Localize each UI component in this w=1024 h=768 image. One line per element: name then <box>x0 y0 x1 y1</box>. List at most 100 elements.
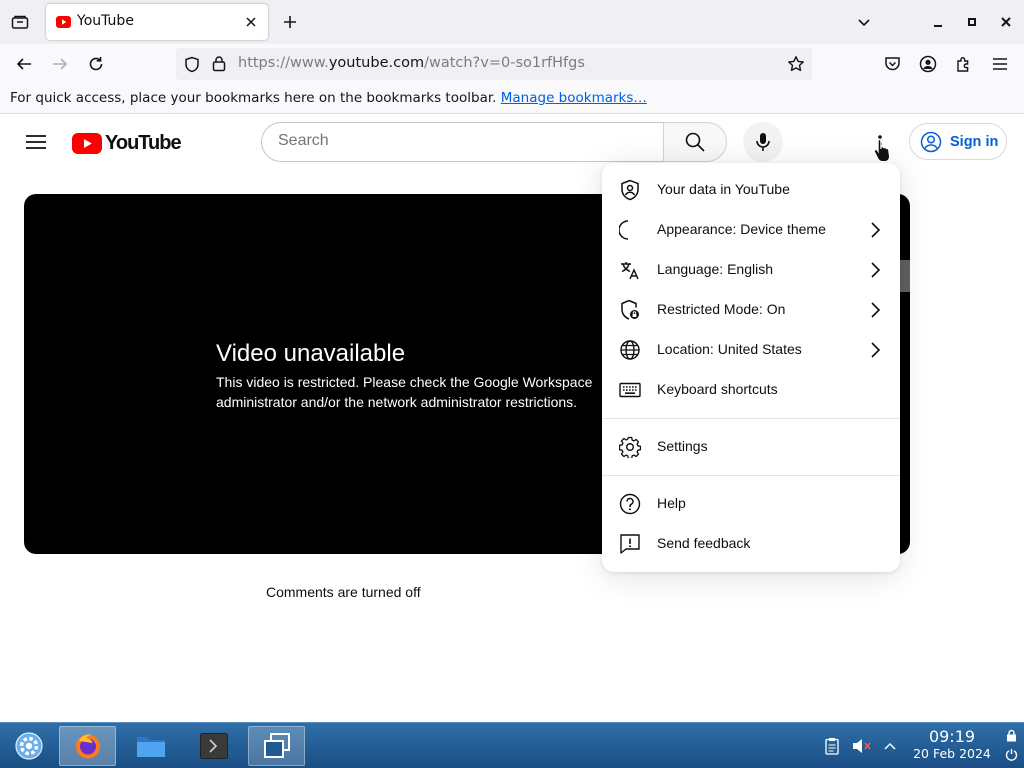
account-circle-icon <box>919 55 937 73</box>
clipboard-icon <box>825 738 839 755</box>
bookmark-star-icon[interactable] <box>787 55 805 73</box>
forward-button[interactable] <box>48 53 72 75</box>
menu-item-settings[interactable]: Settings <box>602 427 900 467</box>
menu-item-language[interactable]: Language: English <box>602 250 900 290</box>
translate-icon <box>618 258 642 282</box>
feedback-icon <box>618 532 642 556</box>
menu-item-appearance[interactable]: Appearance: Device theme <box>602 210 900 250</box>
taskbar-file-manager[interactable] <box>122 726 179 766</box>
plus-icon <box>284 16 296 28</box>
chevron-down-icon <box>858 19 870 27</box>
taskbar-clock[interactable]: 09:19 20 Feb 2024 <box>904 728 1000 762</box>
menu-item-label: Restricted Mode: On <box>657 301 786 317</box>
new-tab-button[interactable] <box>279 11 301 33</box>
chevron-up-icon <box>884 742 896 750</box>
menu-item-send-feedback[interactable]: Send feedback <box>602 524 900 564</box>
youtube-play-logo-icon <box>72 132 102 154</box>
hand-cursor-icon <box>873 139 891 162</box>
moon-icon <box>618 218 642 242</box>
microphone-icon <box>756 133 770 151</box>
firefox-icon <box>75 734 100 759</box>
close-window-button[interactable] <box>996 12 1016 32</box>
keyboard-icon <box>618 378 642 402</box>
speaker-muted-icon <box>853 739 871 753</box>
menu-item-label: Keyboard shortcuts <box>657 381 778 397</box>
chevron-right-icon <box>871 342 881 358</box>
menu-item-label: Location: United States <box>657 341 802 357</box>
browser-tab-youtube[interactable]: YouTube <box>46 4 268 40</box>
menu-item-keyboard-shortcuts[interactable]: Keyboard shortcuts <box>602 370 900 410</box>
maximize-window-button[interactable] <box>962 12 982 32</box>
youtube-logo[interactable]: YouTube <box>72 132 182 154</box>
search-input[interactable] <box>278 132 648 150</box>
menu-item-restricted-mode[interactable]: Restricted Mode: On <box>602 290 900 330</box>
manage-bookmarks-link[interactable]: Manage bookmarks… <box>501 90 647 106</box>
back-button[interactable] <box>12 53 36 75</box>
shield-person-icon <box>618 178 642 202</box>
search-button[interactable] <box>663 122 727 162</box>
help-icon <box>618 492 642 516</box>
minimize-icon <box>934 25 942 27</box>
clipboard-tray-button[interactable] <box>822 726 842 766</box>
arrow-right-icon <box>53 58 68 70</box>
menu-divider <box>602 475 900 476</box>
list-all-tabs-button[interactable] <box>853 11 875 33</box>
taskbar-terminal[interactable] <box>185 726 242 766</box>
puzzle-icon <box>957 57 969 72</box>
app-menu-button[interactable] <box>988 53 1012 75</box>
account-circle-icon <box>920 131 942 152</box>
menu-item-label: Language: English <box>657 261 773 277</box>
gear-icon <box>618 435 642 459</box>
lock-icon[interactable] <box>212 55 226 72</box>
menu-item-label: Send feedback <box>657 535 751 551</box>
chevron-right-icon <box>871 222 881 238</box>
tab-list-button[interactable] <box>8 11 32 33</box>
extensions-button[interactable] <box>952 53 976 75</box>
url-path: /watch?v=0-so1rfHfgs <box>424 55 585 71</box>
power-button[interactable] <box>1003 745 1019 763</box>
chevron-right-icon <box>871 262 881 278</box>
hamburger-icon <box>26 135 46 149</box>
menu-item-your-data[interactable]: Your data in YouTube <box>602 170 900 210</box>
menu-item-label: Settings <box>657 438 708 454</box>
reload-button[interactable] <box>84 53 108 75</box>
power-icon <box>1005 748 1017 761</box>
lock-screen-button[interactable] <box>1003 727 1019 743</box>
minimize-window-button[interactable] <box>928 13 948 33</box>
url-bar[interactable]: https://www.youtube.com/watch?v=0-so1rfH… <box>176 48 812 80</box>
volume-tray-button[interactable] <box>850 726 874 766</box>
comments-status: Comments are turned off <box>266 584 421 600</box>
lock-icon <box>1006 729 1016 741</box>
menu-item-location[interactable]: Location: United States <box>602 330 900 370</box>
windows-icon <box>263 733 290 758</box>
reload-icon <box>89 57 103 71</box>
taskbar-firefox[interactable] <box>59 726 116 766</box>
pocket-icon <box>884 57 900 71</box>
gear-launcher-icon <box>15 732 43 760</box>
hamburger-icon <box>993 58 1007 70</box>
menu-divider <box>602 418 900 419</box>
search-box[interactable] <box>261 122 664 162</box>
tray-expand-button[interactable] <box>880 726 900 766</box>
voice-search-button[interactable] <box>743 122 783 162</box>
menu-item-label: Your data in YouTube <box>657 181 790 197</box>
browser-nav-bar: https://www.youtube.com/watch?v=0-so1rfH… <box>0 44 1024 84</box>
bookmarks-toolbar: For quick access, place your bookmarks h… <box>0 84 1024 114</box>
shield-lock-icon <box>618 298 642 322</box>
url-text[interactable]: https://www.youtube.com/watch?v=0-so1rfH… <box>238 55 585 71</box>
pocket-button[interactable] <box>880 53 904 75</box>
close-window-icon <box>1001 17 1011 27</box>
clock-date: 20 Feb 2024 <box>913 746 991 761</box>
taskbar-window-switcher[interactable] <box>248 726 305 766</box>
sign-in-button[interactable]: Sign in <box>909 123 1007 160</box>
close-tab-icon[interactable] <box>242 13 260 31</box>
tracking-shield-icon[interactable] <box>184 56 200 73</box>
guide-menu-button[interactable] <box>22 128 50 156</box>
bookmarks-hint: For quick access, place your bookmarks h… <box>10 90 647 106</box>
account-button[interactable] <box>916 53 940 75</box>
chevron-right-icon <box>871 302 881 318</box>
sign-in-label: Sign in <box>950 133 999 150</box>
url-host: youtube.com <box>328 55 425 71</box>
app-launcher-button[interactable] <box>6 726 52 766</box>
menu-item-help[interactable]: Help <box>602 484 900 524</box>
